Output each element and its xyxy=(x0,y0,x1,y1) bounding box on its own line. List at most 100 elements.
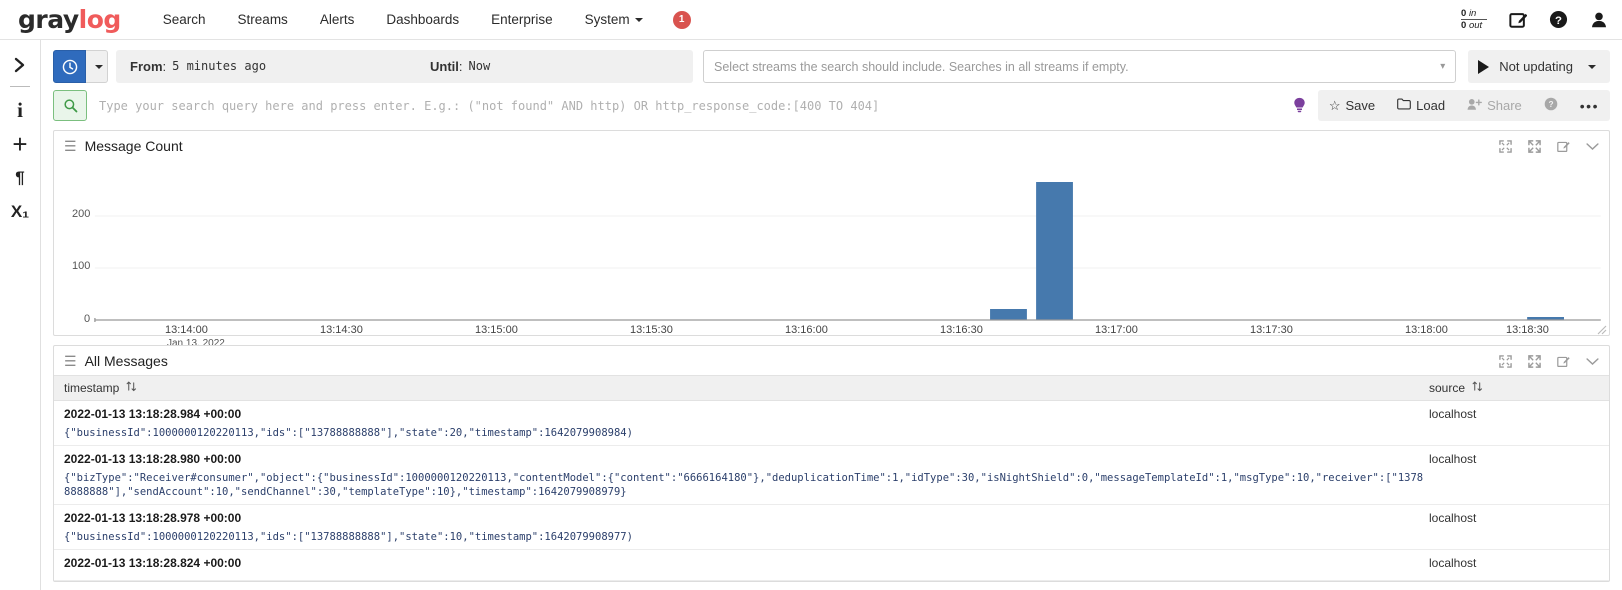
help-circle-icon: ? xyxy=(1544,97,1558,114)
user-icon-svg xyxy=(1591,12,1607,27)
fullscreen-icon[interactable] xyxy=(1528,354,1541,368)
collapse-icon[interactable] xyxy=(1586,357,1599,366)
table-row[interactable]: 2022-01-13 13:18:28.980 +00:00 {"bizType… xyxy=(54,446,1609,505)
folder-icon-svg xyxy=(1397,98,1412,110)
search-actions: ☆ Save Load Share ? ••• xyxy=(1317,90,1610,121)
time-range-display[interactable]: From: 5 minutes ago Until: Now xyxy=(116,50,693,83)
load-button[interactable]: Load xyxy=(1386,90,1456,121)
from-label: From xyxy=(130,59,163,74)
top-navbar: graylog Search Streams Alerts Dashboards… xyxy=(0,0,1622,40)
notification-badge[interactable]: 1 xyxy=(672,10,691,29)
help-icon[interactable]: ? xyxy=(1549,10,1568,29)
user-icon[interactable] xyxy=(1590,11,1608,29)
expand-sidebar-icon[interactable] xyxy=(5,50,35,80)
graylog-logo[interactable]: graylog xyxy=(18,7,121,32)
svg-text:?: ? xyxy=(1548,99,1553,109)
focus-icon[interactable] xyxy=(1499,354,1512,368)
drag-handle-icon[interactable]: ☰ xyxy=(64,354,77,368)
focus-icon[interactable] xyxy=(1499,139,1512,153)
until-value: Now xyxy=(468,59,491,73)
throughput-indicator[interactable]: 0 in 0 out xyxy=(1461,8,1487,31)
table-row[interactable]: 2022-01-13 13:18:28.824 +00:00 localhost xyxy=(54,550,1609,581)
search-input[interactable] xyxy=(93,90,1281,121)
pilcrow-icon[interactable]: ¶ xyxy=(5,163,35,193)
lightbulb-icon-svg xyxy=(1294,97,1305,113)
message-count-chart-svg xyxy=(94,182,1601,322)
column-header-source[interactable]: source xyxy=(1429,381,1599,395)
nav-item-alerts[interactable]: Alerts xyxy=(304,12,371,27)
search-toolbar-row-1: From: 5 minutes ago Until: Now Select st… xyxy=(53,50,1610,83)
play-icon[interactable] xyxy=(1478,59,1490,74)
message-count-title: Message Count xyxy=(84,138,183,154)
edit-icon[interactable] xyxy=(1557,355,1570,368)
nav-item-dashboards[interactable]: Dashboards xyxy=(370,12,475,27)
message-source: localhost xyxy=(1429,407,1477,421)
chevron-down-icon: ▾ xyxy=(1440,61,1446,72)
message-timestamp: 2022-01-13 13:18:28.980 +00:00 xyxy=(64,452,242,466)
message-source: localhost xyxy=(1429,511,1477,525)
refresh-label: Not updating xyxy=(1499,59,1573,74)
nav-item-streams[interactable]: Streams xyxy=(222,12,304,27)
time-range-group: From: 5 minutes ago Until: Now xyxy=(53,50,693,83)
save-label: Save xyxy=(1345,98,1376,113)
throughput-out-label: out xyxy=(1468,20,1483,31)
stream-selector[interactable]: Select streams the search should include… xyxy=(703,50,1457,83)
from-value: 5 minutes ago xyxy=(172,59,267,73)
nav-item-enterprise[interactable]: Enterprise xyxy=(475,12,569,27)
all-messages-widget: ☰ All Messages timestamp source 2022-01-… xyxy=(53,345,1610,582)
clock-icon[interactable] xyxy=(53,50,86,83)
add-widget-icon[interactable]: + xyxy=(5,129,35,159)
message-source: localhost xyxy=(1429,556,1477,570)
left-sidebar: i + ¶ X₁ xyxy=(0,40,41,590)
column-header-timestamp-label: timestamp xyxy=(64,381,120,395)
sort-icon[interactable] xyxy=(1472,381,1483,395)
main-content: From: 5 minutes ago Until: Now Select st… xyxy=(41,40,1622,590)
nav-item-search[interactable]: Search xyxy=(147,12,222,27)
nav-item-system[interactable]: System xyxy=(569,12,659,27)
message-timestamp: 2022-01-13 13:18:28.824 +00:00 xyxy=(64,556,242,570)
search-icon-svg xyxy=(63,99,77,113)
logo-text-log: log xyxy=(78,5,122,34)
all-messages-widget-header: ☰ All Messages xyxy=(54,346,1609,375)
throughput-in-label: in xyxy=(1468,8,1477,19)
edit-icon[interactable] xyxy=(1557,140,1570,153)
column-header-timestamp[interactable]: timestamp xyxy=(64,381,1429,395)
widget-resize-handle[interactable] xyxy=(1597,323,1607,335)
time-range-dropdown-toggle[interactable] xyxy=(86,50,108,83)
info-icon[interactable]: i xyxy=(5,95,35,125)
page-body: i + ¶ X₁ From: 5 minutes ago Until: Now … xyxy=(0,40,1622,590)
fullscreen-icon-svg xyxy=(1528,354,1541,368)
fullscreen-icon[interactable] xyxy=(1528,139,1541,153)
save-button[interactable]: ☆ Save xyxy=(1318,90,1386,121)
message-count-widget-tools xyxy=(1499,139,1599,153)
table-row[interactable]: 2022-01-13 13:18:28.984 +00:00 {"busines… xyxy=(54,401,1609,446)
lightbulb-icon[interactable] xyxy=(1293,90,1306,121)
edit-icon[interactable] xyxy=(1509,11,1527,29)
fields-icon[interactable]: X₁ xyxy=(5,197,35,227)
drag-handle-icon[interactable]: ☰ xyxy=(64,139,77,153)
edit-icon-svg xyxy=(1557,356,1570,367)
search-icon[interactable] xyxy=(53,90,87,121)
messages-table-header: timestamp source xyxy=(54,375,1609,401)
message-cell: 2022-01-13 13:18:28.980 +00:00 {"bizType… xyxy=(64,446,1429,504)
message-count-widget-header: ☰ Message Count xyxy=(54,131,1609,160)
collapse-icon[interactable] xyxy=(1586,142,1599,151)
share-button[interactable]: Share xyxy=(1456,90,1533,121)
time-range-until: Until: Now xyxy=(430,59,491,74)
stream-selector-placeholder: Select streams the search should include… xyxy=(714,59,1129,74)
message-body: {"businessId":1000000120220113,"ids":["1… xyxy=(64,427,633,439)
refresh-control[interactable]: Not updating xyxy=(1468,50,1610,83)
message-timestamp: 2022-01-13 13:18:28.978 +00:00 xyxy=(64,511,242,525)
chevron-down-icon xyxy=(634,18,643,23)
help-icon-svg: ? xyxy=(1549,10,1568,29)
logo-text-gray: gray xyxy=(18,5,79,34)
message-count-chart[interactable]: 200 100 0 13:14:00 Jan 13, 2022 13:14:30… xyxy=(54,160,1609,349)
table-row[interactable]: 2022-01-13 13:18:28.978 +00:00 {"busines… xyxy=(54,505,1609,550)
more-options-button[interactable]: ••• xyxy=(1569,90,1610,121)
focus-icon-svg xyxy=(1499,354,1512,368)
search-help-button[interactable]: ? xyxy=(1533,90,1569,121)
load-label: Load xyxy=(1416,98,1446,113)
navbar-right: 0 in 0 out ? xyxy=(1461,8,1608,31)
chevron-down-icon xyxy=(1588,64,1596,69)
sort-icon[interactable] xyxy=(126,381,137,395)
